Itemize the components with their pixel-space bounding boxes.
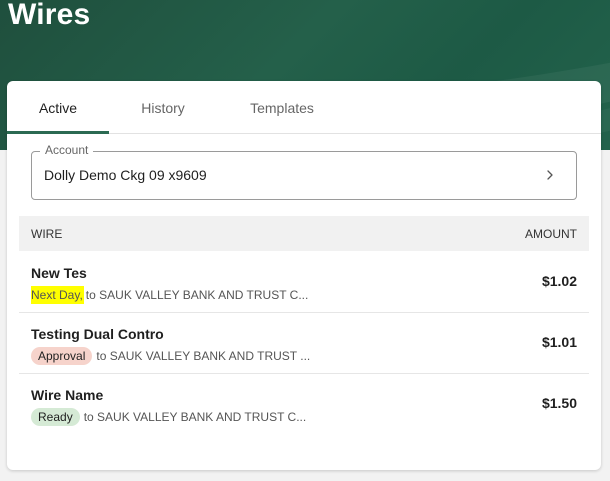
tab-templates[interactable]: Templates <box>217 81 347 134</box>
wire-destination: to SAUK VALLEY BANK AND TRUST ... <box>96 349 311 363</box>
wire-amount: $1.02 <box>541 273 577 289</box>
wire-name: New Tes <box>31 265 87 281</box>
table-header: WIRE AMOUNT <box>19 216 589 251</box>
active-tab-indicator <box>7 131 109 134</box>
wires-card: Active History Templates Account Dolly D… <box>7 81 601 470</box>
wire-row[interactable]: Wire Name Ready to SAUK VALLEY BANK AND … <box>19 374 589 435</box>
status-badge: Next Day, <box>31 286 84 304</box>
wire-details: Next Day, to SAUK VALLEY BANK AND TRUST … <box>31 286 308 304</box>
wire-row[interactable]: Testing Dual Contro Approval to SAUK VAL… <box>19 313 589 374</box>
tab-bar: Active History Templates <box>7 81 601 134</box>
wire-details: Ready to SAUK VALLEY BANK AND TRUST C... <box>31 408 306 426</box>
column-header-wire: WIRE <box>31 226 63 241</box>
wire-details: Approval to SAUK VALLEY BANK AND TRUST .… <box>31 347 310 365</box>
wire-destination: to SAUK VALLEY BANK AND TRUST C... <box>85 288 309 302</box>
column-header-amount: AMOUNT <box>525 226 577 241</box>
wire-name: Testing Dual Contro <box>31 326 164 342</box>
chevron-right-icon <box>547 170 553 180</box>
wire-destination: to SAUK VALLEY BANK AND TRUST C... <box>83 410 307 424</box>
wire-row[interactable]: New Tes Next Day, to SAUK VALLEY BANK AN… <box>19 252 589 313</box>
page-title: Wires <box>8 0 91 31</box>
account-value: Dolly Demo Ckg 09 x9609 <box>44 167 207 183</box>
tab-history[interactable]: History <box>109 81 217 134</box>
tab-active[interactable]: Active <box>7 81 109 134</box>
account-select[interactable]: Account Dolly Demo Ckg 09 x9609 <box>31 143 577 200</box>
status-badge: Ready <box>31 408 80 426</box>
wire-amount: $1.01 <box>541 334 577 350</box>
wire-amount: $1.50 <box>541 395 577 411</box>
wire-name: Wire Name <box>31 387 104 403</box>
wire-list: New Tes Next Day, to SAUK VALLEY BANK AN… <box>19 252 589 435</box>
status-badge: Approval <box>31 347 93 365</box>
account-label: Account <box>40 143 94 157</box>
